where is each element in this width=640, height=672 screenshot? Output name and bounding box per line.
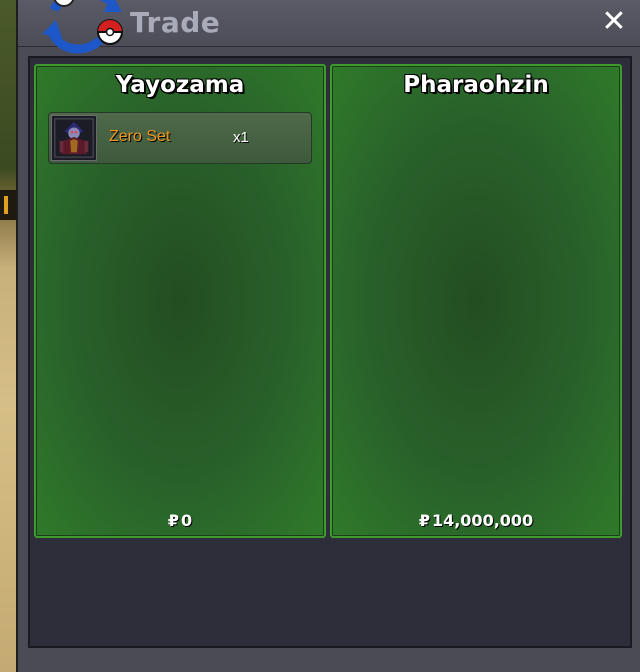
trade-item-slot[interactable]: Zero Set x1 xyxy=(48,112,312,164)
pokedollar-icon: ₽ xyxy=(167,511,179,530)
money-offer-right: ₽14,000,000 xyxy=(332,511,620,530)
zero-set-outfit-icon xyxy=(51,115,97,161)
pokeball-arrows-icon xyxy=(42,0,123,54)
world-sign xyxy=(0,190,16,220)
game-world-background xyxy=(0,0,16,672)
player-offer-panel-right: Pharaohzin ₽14,000,000 xyxy=(330,64,622,538)
item-name: Zero Set xyxy=(109,128,171,145)
pokedollar-icon: ₽ xyxy=(418,511,430,530)
money-offer-left: ₽0 xyxy=(36,511,324,530)
close-icon[interactable]: ✕ xyxy=(600,6,628,38)
money-amount-right: 14,000,000 xyxy=(431,511,534,530)
player-offer-panel-left: Yayozama Zero Set x1 ₽0 xyxy=(34,64,326,538)
item-quantity: x1 xyxy=(233,129,249,146)
trade-content: Yayozama Zero Set x1 ₽0 Pharaohzin ₽ 14,… xyxy=(28,56,632,648)
player-name-right: Pharaohzin xyxy=(403,72,549,98)
money-amount-left: 0 xyxy=(181,511,193,530)
trade-window: Trade ✕ Yayozama Zero Set x1 ₽ 0 Pharaoh… xyxy=(16,0,640,672)
title-bar[interactable]: Trade ✕ xyxy=(18,0,640,54)
player-name-left: Yayozama xyxy=(115,72,245,98)
window-title: Trade xyxy=(130,6,221,39)
